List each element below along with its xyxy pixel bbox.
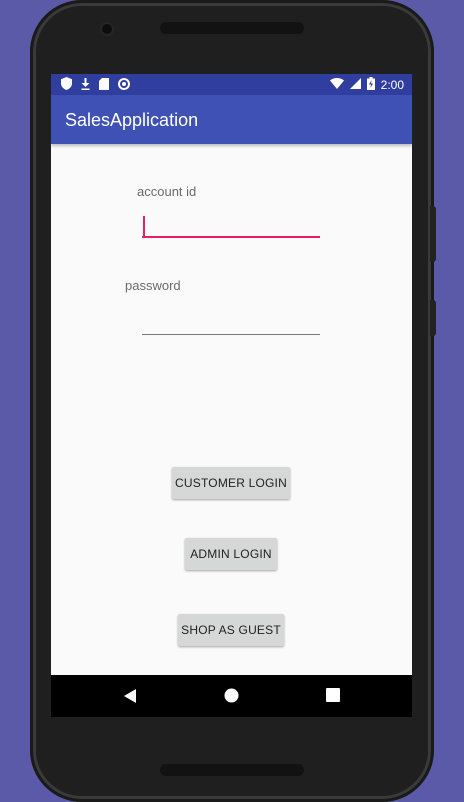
status-bar: 2:00 <box>51 74 412 95</box>
wifi-icon <box>329 78 344 92</box>
home-icon[interactable] <box>224 688 239 708</box>
admin-login-button[interactable]: ADMIN LOGIN <box>185 538 277 570</box>
shield-icon <box>61 77 72 93</box>
volume-button <box>430 206 436 262</box>
power-button <box>430 300 436 336</box>
account-id-underline <box>142 236 320 238</box>
earpiece-speaker <box>160 22 304 34</box>
device-screen: 2:00 SalesApplication account id passwor… <box>51 74 412 717</box>
sd-card-icon <box>99 77 109 93</box>
download-icon <box>81 77 90 93</box>
password-field[interactable] <box>142 311 320 335</box>
shop-as-guest-button[interactable]: SHOP AS GUEST <box>178 614 284 646</box>
account-id-field[interactable] <box>142 214 320 238</box>
bottom-speaker <box>160 764 304 776</box>
navigation-bar <box>51 675 412 717</box>
front-camera <box>102 24 112 34</box>
customer-login-button[interactable]: CUSTOMER LOGIN <box>172 467 290 499</box>
back-icon[interactable] <box>123 688 137 709</box>
password-input[interactable] <box>142 311 320 335</box>
battery-charging-icon <box>366 77 375 93</box>
text-cursor <box>143 216 145 236</box>
password-label: password <box>125 278 181 293</box>
sync-icon <box>118 77 130 93</box>
account-id-input[interactable] <box>142 214 320 238</box>
cell-signal-icon <box>349 78 361 92</box>
recents-icon[interactable] <box>326 688 340 707</box>
app-title: SalesApplication <box>65 110 199 130</box>
account-id-label: account id <box>137 184 197 199</box>
status-time: 2:00 <box>380 77 404 92</box>
password-underline <box>142 334 320 335</box>
app-bar: SalesApplication <box>51 95 412 144</box>
